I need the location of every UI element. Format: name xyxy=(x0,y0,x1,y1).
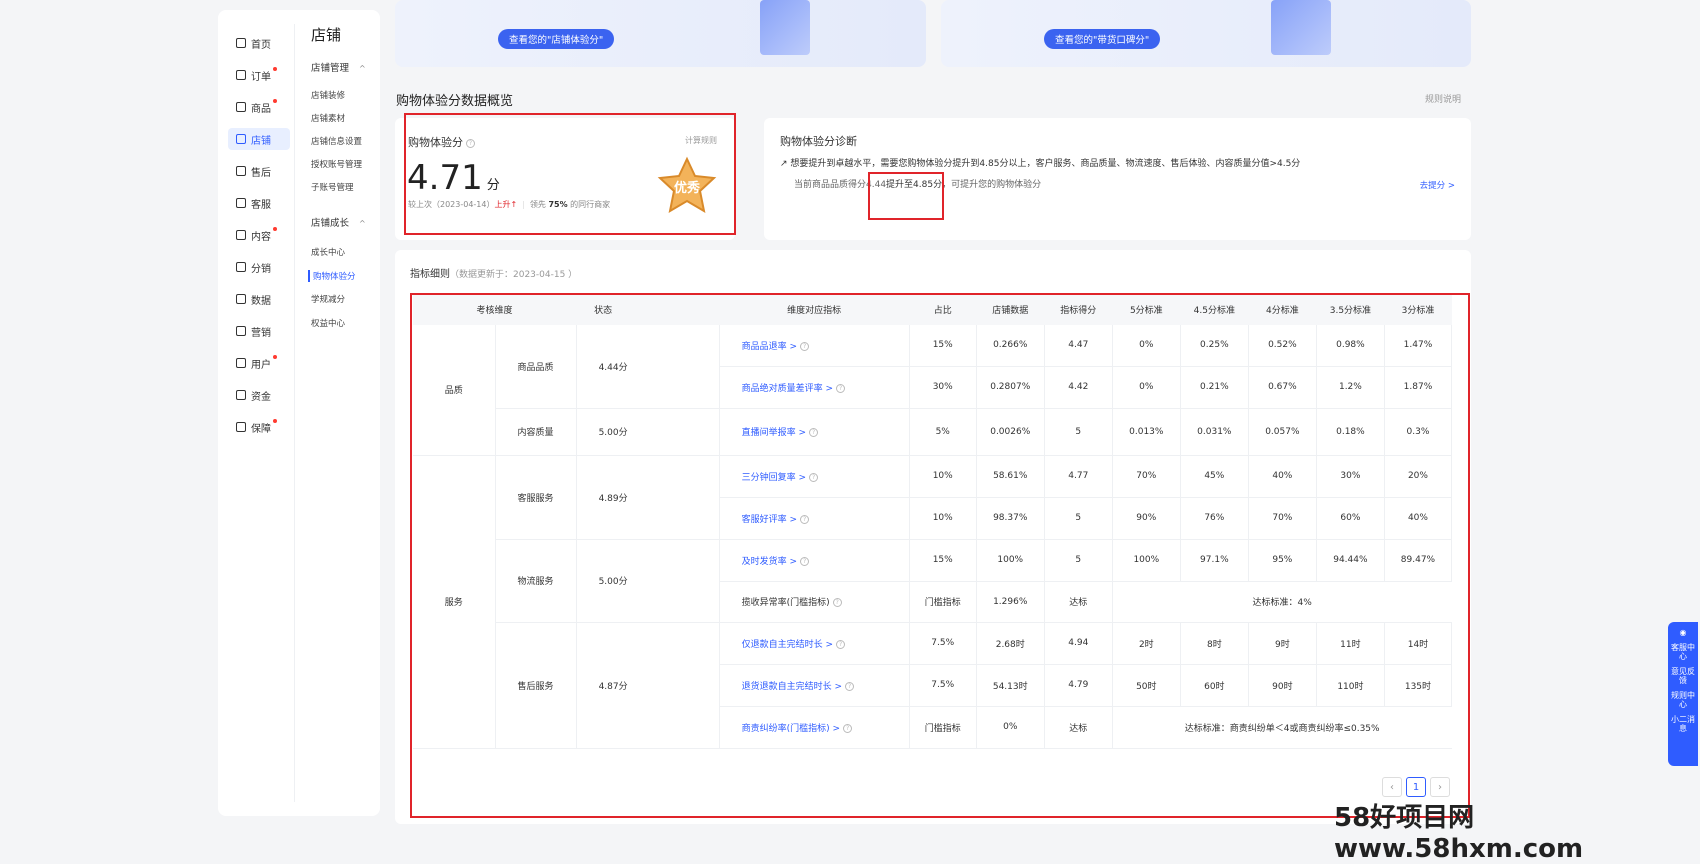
chevron-up-icon: ^ xyxy=(359,219,366,228)
chevron-up-icon: ^ xyxy=(359,64,366,73)
prev-page-button[interactable]: ‹ xyxy=(1382,777,1402,797)
detail-title: 指标细则（数据更新于：2023-04-15 ） xyxy=(410,265,577,280)
highlight-box-target xyxy=(868,172,944,220)
nav-item[interactable]: 客服 xyxy=(228,192,290,214)
trend-icon: ↗ xyxy=(780,159,791,169)
page-number-button[interactable]: 1 xyxy=(1406,777,1426,797)
banner-shop-experience: 查看您的"店铺体验分" xyxy=(395,0,926,67)
sub-nav-item[interactable]: 店铺信息设置 xyxy=(311,135,362,147)
nav-item-label: 店铺 xyxy=(251,135,271,147)
nav-item[interactable]: 商品 xyxy=(228,96,290,118)
notification-dot xyxy=(273,419,277,423)
diagnosis-suffix: ，可提升您的购物体验分 xyxy=(942,180,1042,190)
sub-nav-item[interactable]: 店铺素材 xyxy=(311,112,345,124)
rules-link[interactable]: 规则说明 xyxy=(1425,92,1461,105)
nav-item-label: 内容 xyxy=(251,231,271,243)
next-page-button[interactable]: › xyxy=(1430,777,1450,797)
nav-icon xyxy=(236,422,246,432)
sub-nav-item[interactable]: 购物体验分 xyxy=(308,269,356,282)
nav-item-label: 资金 xyxy=(251,391,271,403)
nav-item-label: 首页 xyxy=(251,39,271,51)
sub-nav-group-shop-manage[interactable]: 店铺管理 ^ xyxy=(311,60,366,74)
sidebar: 首页 订单 商品 店铺 售后 客服 内容 分销 数据 营销 用户 资金 保障 店铺 店铺管理 ^ 店铺成长… xyxy=(218,10,380,816)
float-item[interactable]: 小二消息 xyxy=(1668,715,1698,733)
nav-item[interactable]: 用户 xyxy=(228,352,290,374)
notification-dot xyxy=(273,227,277,231)
nav-item[interactable]: 内容 xyxy=(228,224,290,246)
nav-item-label: 保障 xyxy=(251,423,271,435)
nav-item[interactable]: 售后 xyxy=(228,160,290,182)
sub-nav-title: 店铺 xyxy=(311,26,342,44)
float-item[interactable]: 规则中心 xyxy=(1668,691,1698,709)
sub-nav-group-shop-growth[interactable]: 店铺成长 ^ xyxy=(311,215,366,229)
nav-item[interactable]: 资金 xyxy=(228,384,290,406)
nav-icon xyxy=(236,134,246,144)
notification-dot xyxy=(273,67,277,71)
highlight-box-score xyxy=(404,113,736,235)
nav-item-label: 数据 xyxy=(251,295,271,307)
sub-nav-item[interactable]: 学规减分 xyxy=(311,293,345,305)
nav-item-label: 营销 xyxy=(251,327,271,339)
group-label: 店铺管理 xyxy=(311,63,350,74)
nav-item[interactable]: 营销 xyxy=(228,320,290,342)
nav-icon xyxy=(236,230,246,240)
nav-divider xyxy=(294,24,295,802)
nav-icon xyxy=(236,294,246,304)
nav-item-label: 分销 xyxy=(251,263,271,275)
nav-item-label: 售后 xyxy=(251,167,271,179)
banner-illustration xyxy=(760,0,810,55)
nav-icon xyxy=(236,326,246,336)
nav-icon xyxy=(236,166,246,176)
nav-item[interactable]: 数据 xyxy=(228,288,290,310)
notification-dot xyxy=(273,355,277,359)
overview-title: 购物体验分数据概览 xyxy=(396,94,514,109)
detail-title-text: 指标细则 xyxy=(410,269,450,280)
floating-help-bar: ◉ 客服中心意见反馈规则中心小二消息 xyxy=(1668,622,1698,766)
float-item[interactable]: 客服中心 xyxy=(1668,643,1698,661)
nav-icon xyxy=(236,70,246,80)
robot-icon: ◉ xyxy=(1679,628,1687,637)
highlight-box-table xyxy=(410,293,1470,818)
nav-item-label: 订单 xyxy=(251,71,271,83)
watermark: 58好项目网www.58hxm.com xyxy=(1334,803,1584,864)
pagination: ‹ 1 › xyxy=(1382,777,1450,797)
sub-nav-item[interactable]: 权益中心 xyxy=(311,317,345,329)
primary-nav: 首页订单商品店铺售后客服内容分销数据营销用户资金保障 xyxy=(218,10,294,816)
nav-item-label: 客服 xyxy=(251,199,271,211)
nav-item[interactable]: 保障 xyxy=(228,416,290,438)
banner-word-of-mouth: 查看您的"带货口碑分" xyxy=(941,0,1471,67)
banner-illustration xyxy=(1271,0,1331,55)
detail-updated: （数据更新于：2023-04-15 ） xyxy=(450,270,578,280)
diagnosis-line1: ↗ 想要提升到卓越水平，需要您购物体验分提升到4.85分以上，客户服务、商品质量… xyxy=(780,156,1300,169)
view-word-of-mouth-button[interactable]: 查看您的"带货口碑分" xyxy=(1044,29,1161,49)
sub-nav-item[interactable]: 子账号管理 xyxy=(311,181,354,193)
diagnosis-title: 购物体验分诊断 xyxy=(780,135,857,148)
nav-icon xyxy=(236,390,246,400)
nav-icon xyxy=(236,198,246,208)
sub-nav-item[interactable]: 授权账号管理 xyxy=(311,158,362,170)
nav-icon xyxy=(236,38,246,48)
nav-item-label: 用户 xyxy=(251,359,271,371)
nav-item[interactable]: 首页 xyxy=(228,32,290,54)
nav-item[interactable]: 分销 xyxy=(228,256,290,278)
float-item[interactable]: 意见反馈 xyxy=(1668,667,1698,685)
notification-dot xyxy=(273,99,277,103)
view-shop-experience-button[interactable]: 查看您的"店铺体验分" xyxy=(498,29,615,49)
sub-nav-item[interactable]: 成长中心 xyxy=(311,246,345,258)
group-label: 店铺成长 xyxy=(311,218,350,229)
diagnosis-line1-text: 想要提升到卓越水平，需要您购物体验分提升到4.85分以上，客户服务、商品质量、物… xyxy=(790,159,1301,169)
improve-score-link[interactable]: 去提分 > xyxy=(1420,179,1455,191)
nav-icon xyxy=(236,102,246,112)
nav-item[interactable]: 店铺 xyxy=(228,128,290,150)
nav-item-label: 商品 xyxy=(251,103,271,115)
sub-nav-item[interactable]: 店铺装修 xyxy=(311,89,345,101)
nav-icon xyxy=(236,262,246,272)
nav-item[interactable]: 订单 xyxy=(228,64,290,86)
nav-icon xyxy=(236,358,246,368)
